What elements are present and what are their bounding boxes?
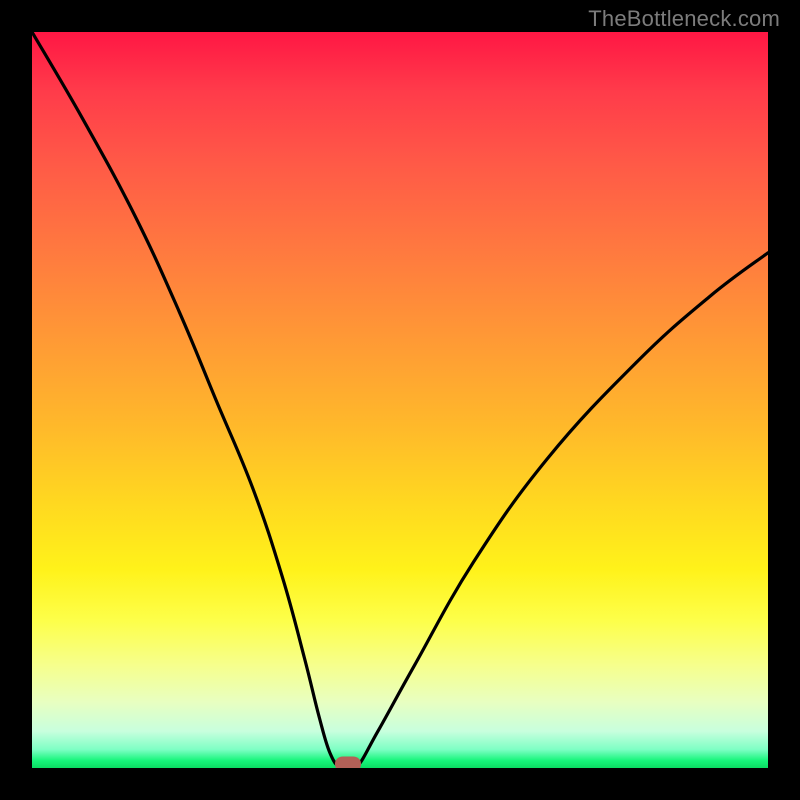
curve-path	[32, 32, 768, 768]
bottleneck-curve	[32, 32, 768, 768]
watermark-text: TheBottleneck.com	[588, 6, 780, 32]
chart-frame: TheBottleneck.com	[0, 0, 800, 800]
optimum-marker	[335, 757, 361, 768]
plot-area	[32, 32, 768, 768]
